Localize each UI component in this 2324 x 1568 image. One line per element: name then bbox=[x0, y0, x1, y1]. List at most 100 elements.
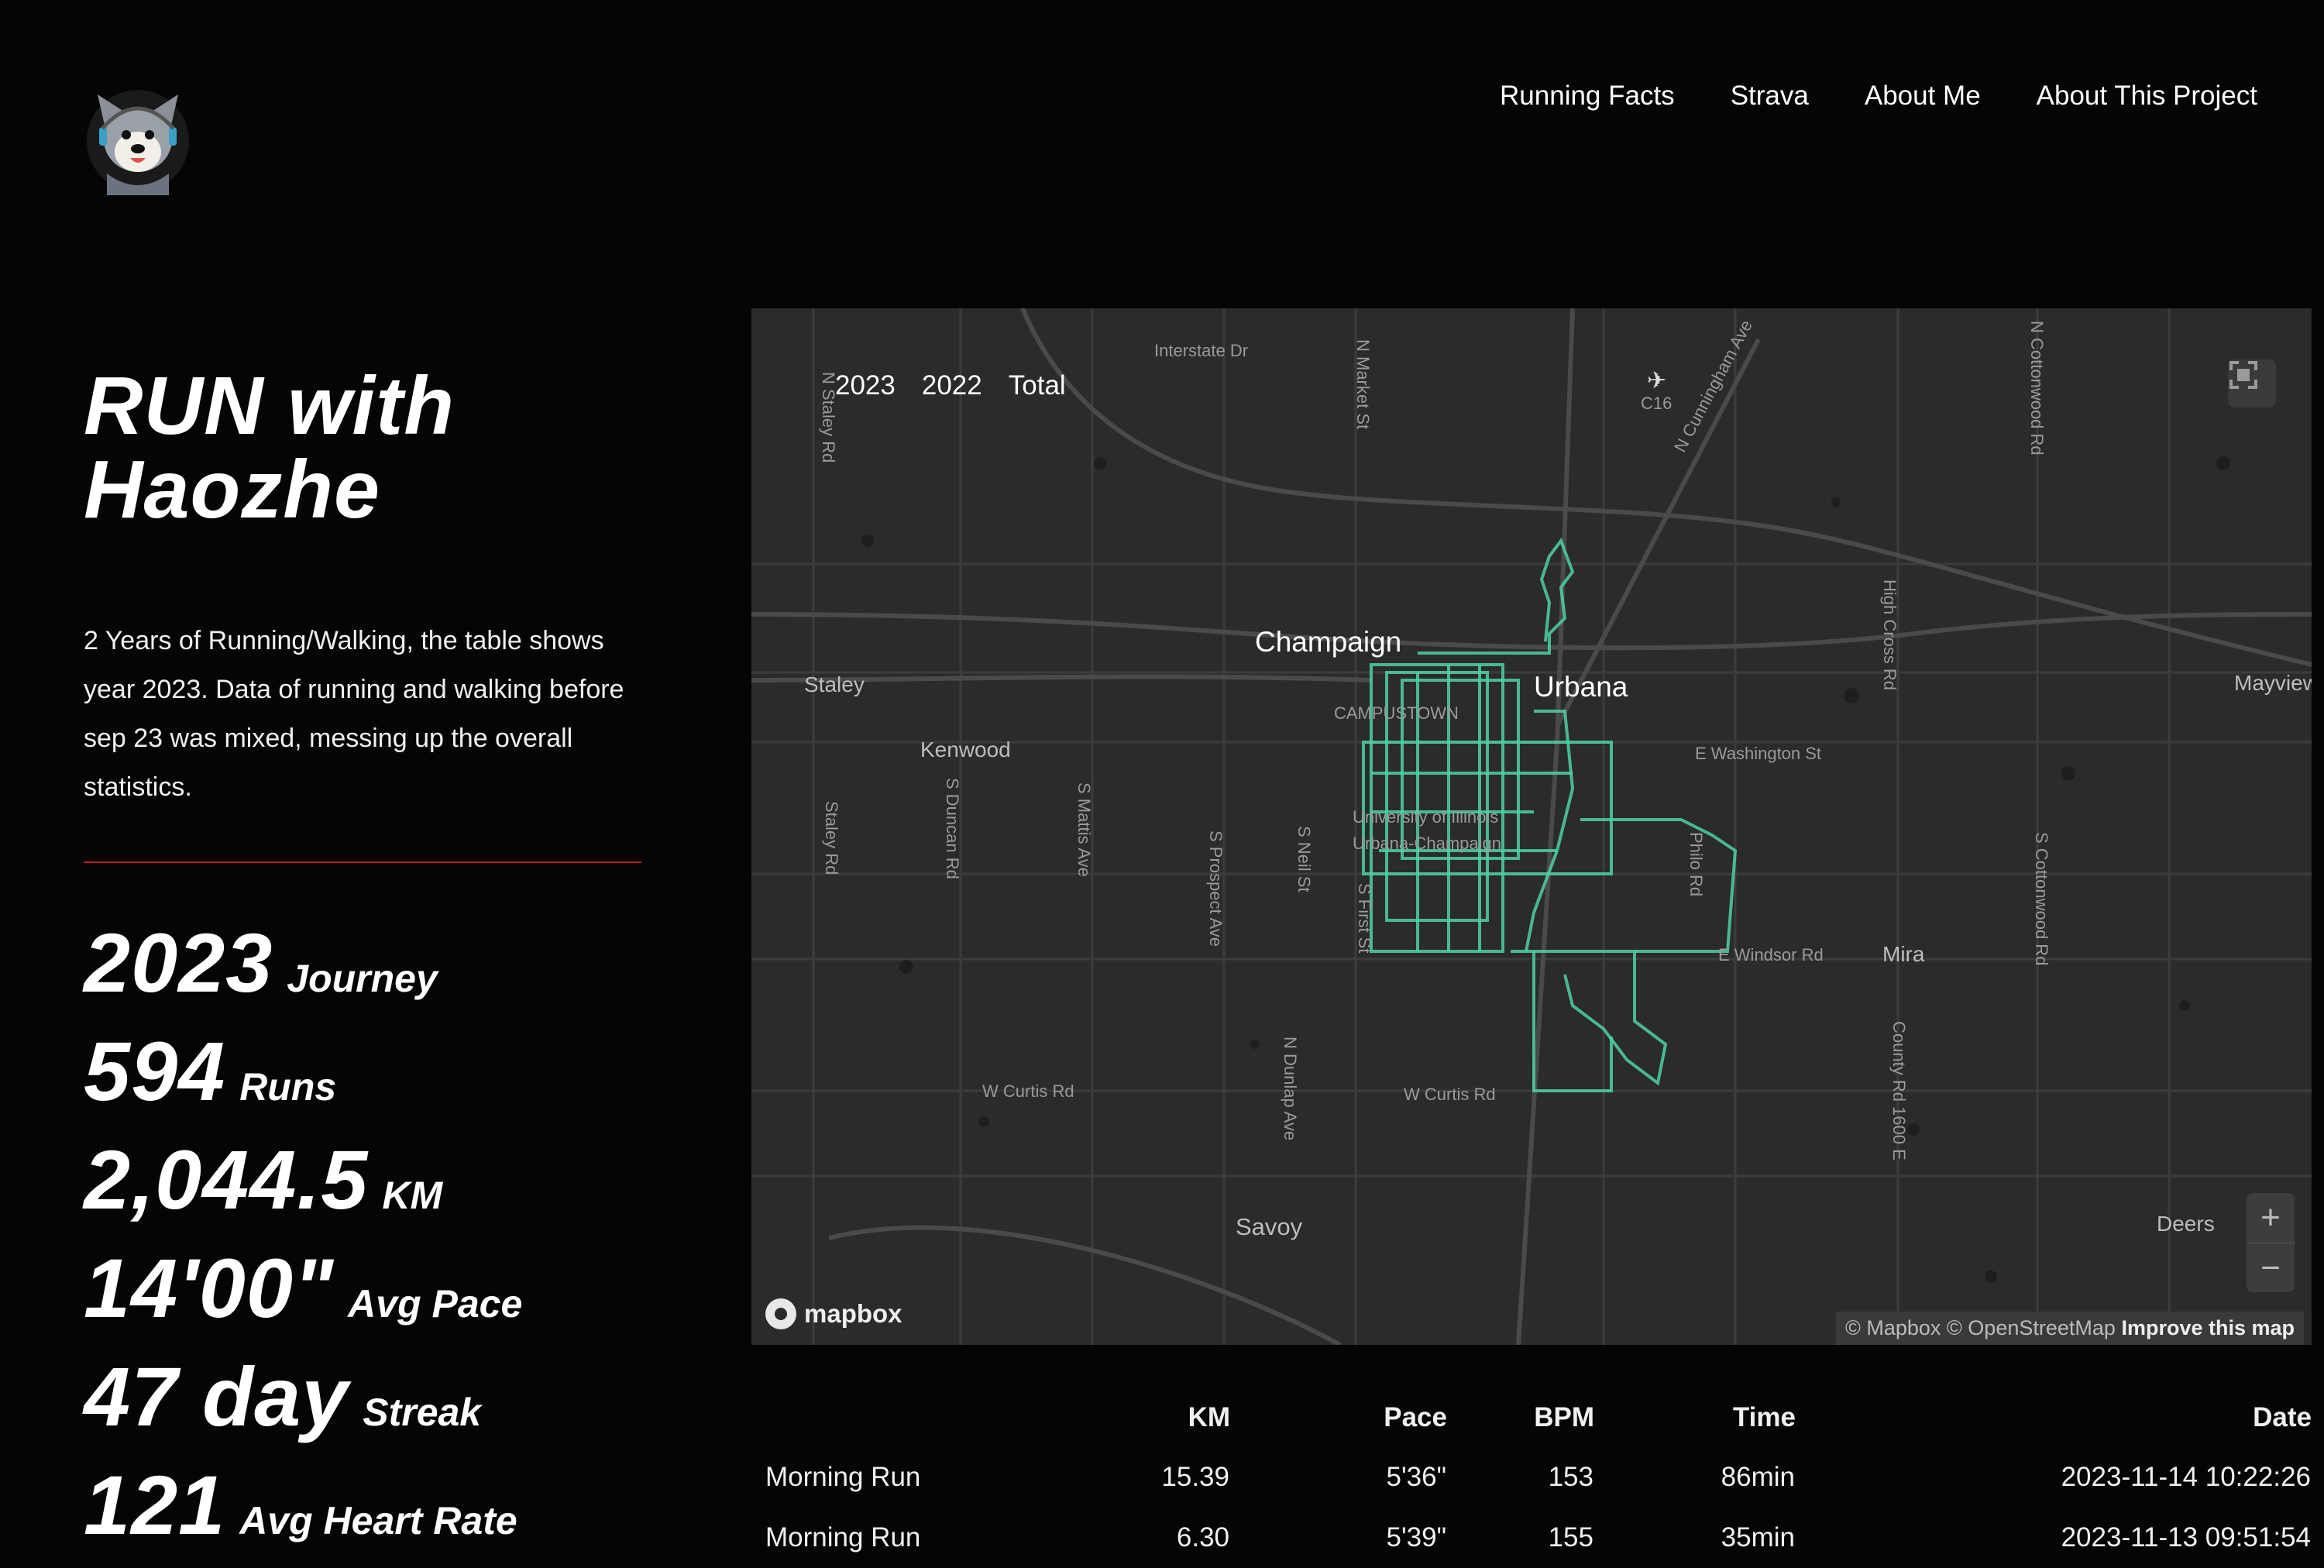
map-label-street: S First St bbox=[1355, 883, 1374, 954]
stat-avg-heart-rate: 121 Avg Heart Rate bbox=[84, 1456, 522, 1565]
map-label-town: Kenwood bbox=[920, 738, 1011, 762]
stat-value: 2,044.5 bbox=[84, 1133, 369, 1226]
stat-avg-pace: 14'00" Avg Pace bbox=[84, 1240, 522, 1348]
stat-label: Journey bbox=[287, 957, 438, 1000]
map-label-street: S Cottonwood Rd bbox=[2032, 832, 2051, 966]
stat-value: 594 bbox=[84, 1024, 226, 1118]
map-label-street: N Market St bbox=[1353, 339, 1373, 430]
run-name: Morning Run bbox=[765, 1522, 921, 1553]
map-label-street: Urbana-Champaign bbox=[1353, 834, 1501, 853]
stats-panel: 2023 Journey 594 Runs 2,044.5 KM 14'00" … bbox=[84, 914, 522, 1565]
map-label-town: Savoy bbox=[1236, 1213, 1303, 1240]
improve-map-link[interactable]: Improve this map bbox=[2121, 1316, 2295, 1339]
map-label-street: Interstate Dr bbox=[1154, 341, 1249, 360]
map-label-town: Deers bbox=[2157, 1212, 2215, 1236]
run-date: 2023-11-13 09:51:54 bbox=[2061, 1522, 2311, 1553]
route-map[interactable]: Champaign Urbana Staley Kenwood Savoy Ma… bbox=[751, 308, 2312, 1345]
map-canvas bbox=[751, 308, 2312, 1345]
map-label-town: Mira bbox=[1882, 942, 1925, 966]
map-label-street: S Duncan Rd bbox=[943, 778, 962, 879]
map-label-city: Urbana bbox=[1534, 671, 1628, 703]
stat-label: Streak bbox=[363, 1391, 482, 1434]
map-label-street: County Rd 1600 E bbox=[1889, 1021, 1909, 1161]
divider bbox=[84, 861, 641, 863]
stat-streak: 47 day Streak bbox=[84, 1348, 522, 1456]
tab-2023[interactable]: 2023 bbox=[835, 370, 896, 401]
stat-value: 121 bbox=[84, 1458, 226, 1552]
map-label-street: CAMPUSTOWN bbox=[1334, 703, 1459, 723]
stat-label: Avg Pace bbox=[348, 1282, 523, 1326]
run-pace: 5'39" bbox=[1386, 1522, 1446, 1553]
column-header-name bbox=[751, 1402, 1044, 1447]
stat-journey[interactable]: 2023 Journey bbox=[84, 914, 522, 1023]
map-label-street: Staley Rd bbox=[822, 801, 841, 875]
map-label-street: S Neil St bbox=[1294, 826, 1314, 892]
run-bpm: 155 bbox=[1548, 1522, 1593, 1553]
map-label-town: Mayview bbox=[2234, 671, 2312, 695]
nav-about-me[interactable]: About Me bbox=[1865, 81, 1981, 112]
year-tabs: 2023 2022 Total bbox=[835, 370, 1066, 401]
mapbox-logo[interactable]: mapbox bbox=[765, 1298, 902, 1329]
title-line-2: Haozhe bbox=[84, 444, 380, 535]
stat-km: 2,044.5 KM bbox=[84, 1131, 522, 1240]
airplane-icon: ✈ bbox=[1647, 368, 1667, 394]
nav-about-this-project[interactable]: About This Project bbox=[2037, 81, 2257, 112]
map-label-street: High Cross Rd bbox=[1880, 579, 1899, 691]
title-line-1: RUN with bbox=[84, 360, 456, 452]
runs-table: KM Pace BPM Time Date Morning Run 15.39 … bbox=[751, 1402, 2312, 1568]
map-label-street: N Dunlap Ave bbox=[1281, 1037, 1300, 1141]
nav-strava[interactable]: Strava bbox=[1731, 81, 1809, 112]
nav-running-facts[interactable]: Running Facts bbox=[1500, 81, 1675, 112]
run-km: 6.30 bbox=[1176, 1522, 1229, 1553]
run-time: 86min bbox=[1721, 1462, 1795, 1492]
run-pace: 5'36" bbox=[1386, 1462, 1446, 1492]
fullscreen-icon bbox=[2229, 361, 2257, 389]
run-bpm: 153 bbox=[1548, 1462, 1593, 1492]
map-label-street: N Cottonwood Rd bbox=[2027, 321, 2047, 456]
map-label-street: W Curtis Rd bbox=[1404, 1085, 1496, 1104]
map-attribution: © Mapbox © OpenStreetMap Improve this ma… bbox=[1835, 1312, 2304, 1345]
map-label-street: W Curtis Rd bbox=[982, 1081, 1074, 1101]
column-header-time: Time bbox=[1732, 1402, 1796, 1432]
table-row[interactable]: Morning Run 6.30 5'39" 155 35min 2023-11… bbox=[751, 1508, 2312, 1568]
zoom-in-button[interactable]: + bbox=[2247, 1193, 2295, 1243]
stat-value: 14'00" bbox=[84, 1241, 335, 1335]
run-time: 35min bbox=[1721, 1522, 1795, 1553]
stat-label: Avg Heart Rate bbox=[239, 1499, 517, 1542]
stat-value: 47 day bbox=[84, 1350, 349, 1443]
mapbox-logo-text: mapbox bbox=[804, 1299, 902, 1328]
table-row[interactable]: Morning Run 15.39 5'36" 153 86min 2023-1… bbox=[751, 1447, 2312, 1508]
site-description: 2 Years of Running/Walking, the table sh… bbox=[84, 626, 624, 802]
top-nav: Running Facts Strava About Me About This… bbox=[1500, 81, 2257, 112]
map-label-street: S Mattis Ave bbox=[1074, 782, 1094, 877]
run-name: Morning Run bbox=[765, 1462, 921, 1492]
column-header-bpm: BPM bbox=[1534, 1402, 1594, 1432]
table-header-row: KM Pace BPM Time Date bbox=[751, 1402, 2312, 1447]
column-header-date: Date bbox=[2253, 1402, 2312, 1432]
map-label-street: S Prospect Ave bbox=[1206, 830, 1226, 947]
column-header-km: KM bbox=[1188, 1402, 1230, 1432]
map-label-street: C16 bbox=[1641, 394, 1673, 413]
stat-label: Runs bbox=[239, 1065, 337, 1109]
map-label-street: E Windsor Rd bbox=[1718, 945, 1824, 965]
tab-2022[interactable]: 2022 bbox=[922, 370, 982, 401]
map-label-town: Staley bbox=[804, 672, 865, 696]
stat-label: KM bbox=[382, 1174, 443, 1217]
stat-value: 2023 bbox=[84, 916, 273, 1009]
mapbox-logo-icon bbox=[765, 1298, 796, 1329]
zoom-control: + − bbox=[2247, 1193, 2295, 1292]
column-header-pace: Pace bbox=[1384, 1402, 1447, 1432]
zoom-out-button[interactable]: − bbox=[2247, 1243, 2295, 1293]
stat-runs: 594 Runs bbox=[84, 1023, 522, 1131]
avatar[interactable] bbox=[84, 81, 192, 195]
tab-total[interactable]: Total bbox=[1009, 370, 1066, 401]
run-date: 2023-11-14 10:22:26 bbox=[2061, 1462, 2311, 1492]
map-label-city: Champaign bbox=[1255, 626, 1402, 658]
run-km: 15.39 bbox=[1161, 1462, 1229, 1492]
attribution-text[interactable]: © Mapbox © OpenStreetMap bbox=[1845, 1316, 2116, 1339]
map-label-street: Philo Rd bbox=[1686, 832, 1706, 897]
fullscreen-button[interactable] bbox=[2228, 359, 2276, 407]
page-title: RUN with Haozhe bbox=[84, 364, 455, 531]
map-label-street: E Washington St bbox=[1695, 744, 1822, 763]
map-label-street: University of Illinois bbox=[1353, 807, 1499, 827]
